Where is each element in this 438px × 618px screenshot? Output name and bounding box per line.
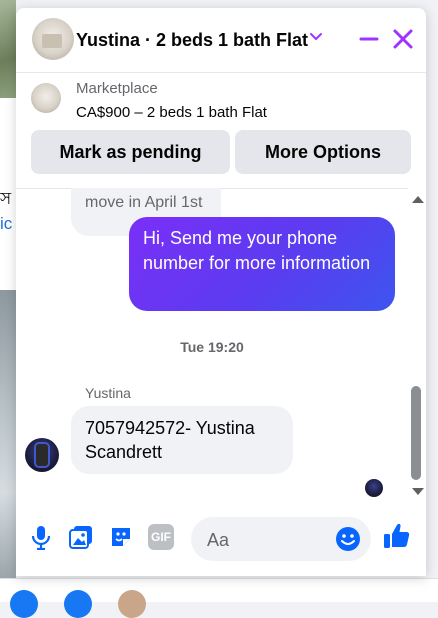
message-input-wrapper [191, 517, 371, 563]
close-icon[interactable] [390, 26, 416, 52]
microphone-icon[interactable] [28, 524, 54, 550]
message-list: move in April 1st Hi, Send me your phone… [16, 188, 408, 504]
seen-receipt-avatar [365, 479, 383, 497]
scroll-thumb[interactable] [411, 386, 421, 480]
marketplace-label: Marketplace [76, 80, 158, 97]
scroll-up-arrow[interactable] [412, 196, 424, 203]
conversation-avatar[interactable] [32, 18, 74, 60]
sticker-icon[interactable] [108, 524, 134, 550]
bottom-avatar-2[interactable] [64, 590, 92, 618]
photo-icon[interactable] [68, 524, 94, 550]
chat-header: Yustina · 2 beds 1 bath Flat [16, 8, 426, 73]
background-link[interactable]: ic [0, 214, 12, 234]
background-photo-2 [0, 290, 16, 580]
message-scrollbar[interactable] [408, 188, 426, 504]
sender-name: Yustina [85, 385, 131, 401]
chat-window: Yustina · 2 beds 1 bath Flat Marketplace… [16, 8, 426, 576]
gif-icon[interactable]: GIF [148, 524, 174, 550]
listing-thumbnail[interactable] [31, 83, 61, 113]
like-icon[interactable] [382, 521, 412, 551]
bottom-avatar-3[interactable] [118, 590, 146, 618]
message-composer: GIF [16, 504, 426, 576]
conversation-title[interactable]: Yustina · 2 beds 1 bath Flat [76, 30, 308, 51]
minimize-icon[interactable] [356, 26, 382, 52]
marketplace-panel: Marketplace CA$900 – 2 beds 1 bath Flat … [16, 72, 426, 189]
outgoing-message[interactable]: Hi, Send me your phone number for more i… [129, 217, 395, 311]
sender-avatar[interactable] [25, 438, 59, 472]
emoji-icon[interactable] [335, 526, 361, 552]
background-photo [0, 0, 16, 98]
background-text: স [0, 189, 12, 208]
message-input[interactable] [205, 517, 329, 563]
incoming-message[interactable]: 7057942572- Yustina Scandrett [71, 406, 293, 474]
listing-title[interactable]: CA$900 – 2 beds 1 bath Flat [76, 104, 267, 121]
bottom-avatar-1[interactable] [10, 590, 38, 618]
chevron-down-icon[interactable] [308, 30, 324, 44]
more-options-button[interactable]: More Options [235, 130, 411, 174]
previous-message-text: move in April 1st [85, 194, 203, 211]
scroll-down-arrow[interactable] [412, 488, 424, 495]
mark-as-pending-button[interactable]: Mark as pending [31, 130, 230, 174]
message-timestamp: Tue 19:20 [180, 339, 244, 355]
